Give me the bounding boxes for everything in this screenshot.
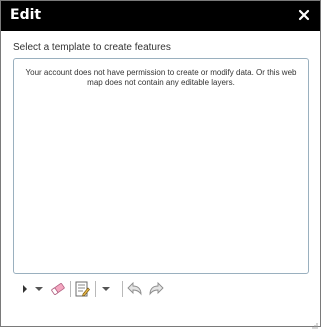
select-tool-icon bbox=[23, 285, 27, 293]
template-picker[interactable]: Your account does not have permission to… bbox=[13, 58, 309, 274]
clear-selection-button[interactable] bbox=[50, 280, 66, 298]
close-button[interactable] bbox=[297, 8, 311, 22]
toolbar-separator bbox=[122, 281, 123, 297]
template-instruction: Select a template to create features bbox=[13, 42, 171, 53]
resize-grip-icon bbox=[312, 323, 318, 329]
toolbar-separator bbox=[95, 281, 96, 297]
undo-button[interactable] bbox=[127, 280, 143, 298]
tools-dropdown-button[interactable] bbox=[101, 280, 111, 298]
redo-button[interactable] bbox=[148, 280, 164, 298]
close-icon bbox=[298, 9, 310, 21]
resize-grip[interactable] bbox=[310, 316, 318, 329]
attributes-icon bbox=[75, 281, 90, 297]
select-dropdown-button[interactable] bbox=[34, 280, 44, 298]
edit-toolbar bbox=[17, 280, 217, 298]
redo-icon bbox=[149, 281, 164, 296]
attributes-button[interactable] bbox=[74, 280, 90, 298]
window-title: Edit bbox=[10, 7, 42, 23]
clear-selection-icon bbox=[51, 283, 65, 295]
edit-widget-window: Edit Select a template to create feature… bbox=[0, 0, 321, 329]
title-bar[interactable]: Edit bbox=[1, 1, 320, 31]
select-tool-button[interactable] bbox=[21, 280, 29, 298]
toolbar-separator bbox=[70, 281, 71, 297]
undo-icon bbox=[127, 281, 142, 296]
permission-message: Your account does not have permission to… bbox=[25, 68, 297, 87]
select-dropdown-icon bbox=[35, 287, 43, 291]
tools-dropdown-icon bbox=[102, 287, 110, 291]
